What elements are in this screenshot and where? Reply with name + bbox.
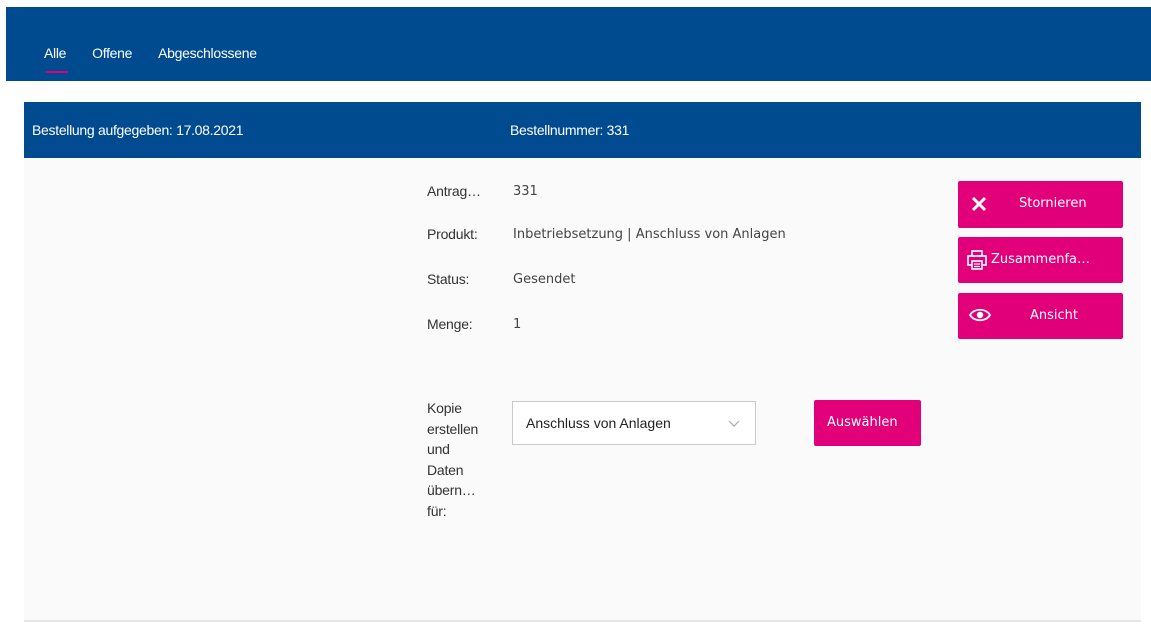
copy-label-line: für: — [427, 502, 447, 519]
order-number-label: Bestellnummer: — [510, 122, 604, 138]
status-label: Status: — [427, 271, 470, 287]
status-value: Gesendet — [513, 272, 576, 287]
tab-closed[interactable]: Abgeschlossene — [158, 45, 257, 61]
request-label: Antrag… — [427, 183, 481, 199]
quantity-value: 1 — [513, 317, 522, 332]
order-placed-date: 17.08.2021 — [176, 122, 244, 138]
view-button-label: Ansicht — [1030, 308, 1079, 323]
order-details-panel: Antrag… 331 Produkt: Inbetriebsetzung | … — [24, 158, 1141, 622]
order-placed-info: Bestellung aufgegeben: 17.08.2021 — [32, 122, 244, 138]
copy-label-line: Kopie — [427, 400, 462, 416]
product-value: Inbetriebsetzung | Anschluss von Anlagen — [513, 227, 786, 242]
close-icon — [971, 196, 987, 212]
product-select-dropdown[interactable]: Anschluss von Anlagen — [512, 401, 756, 445]
request-value: 331 — [513, 184, 538, 199]
view-button[interactable]: Ansicht — [958, 293, 1123, 339]
order-placed-label: Bestellung aufgegeben: — [32, 122, 173, 138]
copy-label-line: und — [427, 441, 450, 457]
chevron-down-icon — [728, 420, 740, 427]
cancel-order-button[interactable]: Stornieren — [958, 181, 1123, 228]
copy-label-line: erstellen — [427, 420, 479, 437]
top-navigation-bar: Alle Offene Abgeschlossene — [6, 7, 1151, 81]
eye-icon — [969, 308, 991, 322]
tab-open[interactable]: Offene — [92, 45, 132, 61]
order-number-value: 331 — [606, 122, 630, 138]
select-button-label: Auswählen — [827, 415, 898, 430]
product-label: Produkt: — [427, 226, 478, 242]
summary-button-label: Zusammenfa… — [991, 252, 1090, 267]
copy-label-line: Daten — [427, 461, 464, 478]
cancel-button-label: Stornieren — [1019, 196, 1087, 211]
order-filter-tabs: Alle Offene Abgeschlossene — [44, 45, 283, 73]
select-button[interactable]: Auswählen — [814, 400, 921, 446]
tab-all[interactable]: Alle — [44, 45, 69, 73]
order-header: Bestellung aufgegeben: 17.08.2021 Bestel… — [24, 102, 1141, 158]
copy-label-line: übern… — [427, 482, 476, 498]
order-number-info: Bestellnummer: 331 — [510, 122, 629, 138]
copy-data-label: Kopie erstellen und Daten übern… für: — [427, 398, 487, 521]
printer-icon — [967, 250, 987, 270]
summary-button[interactable]: Zusammenfa… — [958, 237, 1123, 283]
product-select-value: Anschluss von Anlagen — [526, 415, 671, 431]
quantity-label: Menge: — [427, 316, 473, 332]
